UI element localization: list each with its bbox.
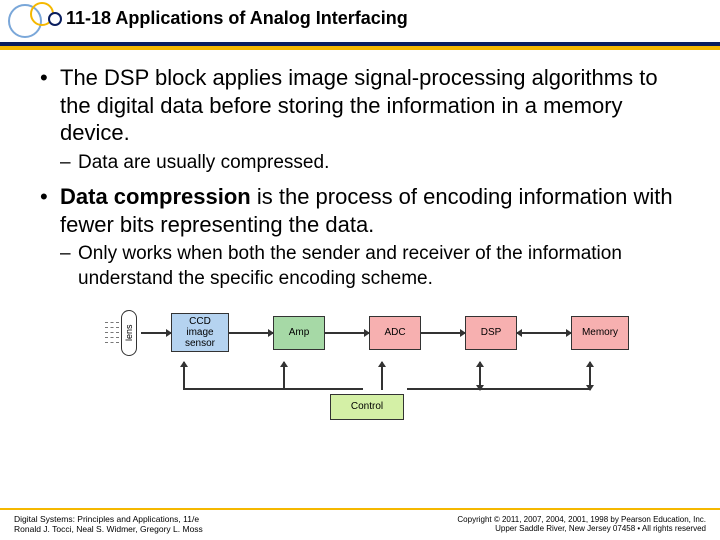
bullet-2: Data compression is the process of encod… <box>40 183 694 238</box>
bullet-1: The DSP block applies image signal-proce… <box>40 64 694 147</box>
book-title: Digital Systems: Principles and Applicat… <box>14 514 203 524</box>
rights-line: Upper Saddle River, New Jersey 07458 • A… <box>457 524 706 534</box>
footer-right: Copyright © 2011, 2007, 2004, 2001, 1998… <box>457 511 706 534</box>
authors: Ronald J. Tocci, Neal S. Widmer, Gregory… <box>14 524 203 534</box>
slide-header: 11-18 Applications of Analog Interfacing <box>0 0 720 46</box>
term-data-compression: Data compression <box>60 184 251 209</box>
ccd-block: CCD image sensor <box>171 313 229 352</box>
diagram-main-row: lens CCD image sensor Amp ADC DSP Memory <box>50 310 684 356</box>
arrow-icon <box>229 332 273 334</box>
bullet-2-sub: Only works when both the sender and rece… <box>60 242 694 291</box>
memory-block: Memory <box>571 316 629 350</box>
slide-body: The DSP block applies image signal-proce… <box>0 46 720 420</box>
lens-block: lens <box>121 310 137 356</box>
copyright-line: Copyright © 2011, 2007, 2004, 2001, 1998… <box>457 515 706 525</box>
slide-footer: Digital Systems: Principles and Applicat… <box>0 508 720 534</box>
block-diagram: lens CCD image sensor Amp ADC DSP Memory… <box>50 310 684 420</box>
amp-block: Amp <box>273 316 325 350</box>
light-rays-icon <box>105 322 119 343</box>
arrow-icon <box>325 332 369 334</box>
dsp-block: DSP <box>465 316 517 350</box>
control-lines <box>87 362 647 390</box>
arrow-icon <box>421 332 465 334</box>
arrow-icon <box>141 332 171 334</box>
slide-title: 11-18 Applications of Analog Interfacing <box>66 8 408 29</box>
bidir-arrow-icon <box>517 332 571 334</box>
bullet-1-sub: Data are usually compressed. <box>60 151 694 176</box>
adc-block: ADC <box>369 316 421 350</box>
control-block: Control <box>330 394 404 420</box>
footer-left: Digital Systems: Principles and Applicat… <box>14 510 203 534</box>
